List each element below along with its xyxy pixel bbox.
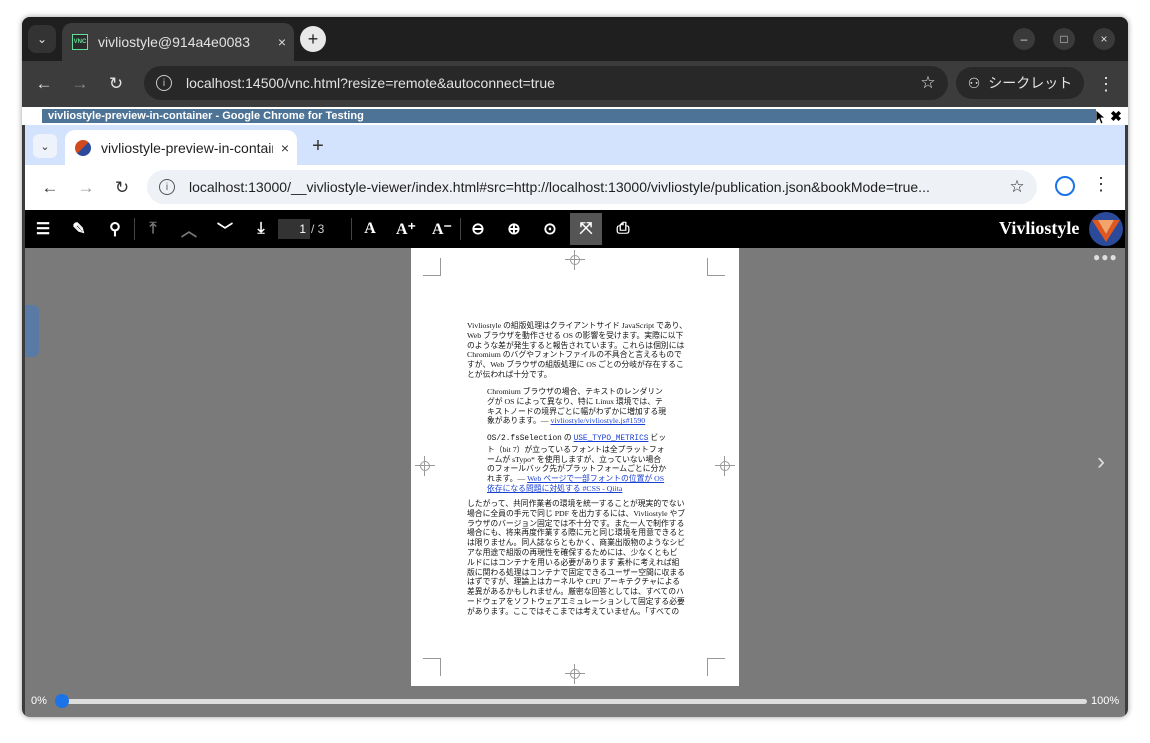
inner-tab-title: vivliostyle-preview-in-container: [101, 139, 273, 156]
zoom-actual-size-icon[interactable]: ⊙: [534, 213, 566, 245]
paragraph-2-text: したがって、共同作業者の環境を統一することが現実的でない 場合に全員の手元で同じ…: [467, 499, 686, 616]
progress-track[interactable]: [55, 694, 1087, 708]
registration-mark: [565, 250, 585, 270]
inner-toolbar: ← → ↻ i localhost:13000/__vivliostyle-vi…: [25, 165, 1125, 210]
paragraph-2: したがって、共同作業者の環境を統一することが現実的でない 場合に全員の手元で同じ…: [467, 499, 689, 617]
registration-mark: [415, 456, 435, 476]
blockquote-1-text: Chromium ブラウザの場合、テキストのレンダリン グが OS によって異な…: [487, 387, 673, 426]
maximize-button[interactable]: □: [1053, 28, 1075, 50]
outer-tab-title: vivliostyle@914a4e0083: [98, 34, 250, 50]
outer-address-bar[interactable]: i localhost:14500/vnc.html?resize=remote…: [144, 66, 948, 100]
sidebar-handle[interactable]: [25, 305, 39, 357]
previous-page-icon[interactable]: ︿: [173, 213, 205, 245]
fit-to-screen-icon[interactable]: ⤧: [570, 213, 602, 245]
inner-bookmark-star-icon[interactable]: ☆: [997, 177, 1037, 197]
crop-mark: [423, 258, 441, 276]
page-total-label: / 3: [311, 222, 325, 236]
vivliostyle-favicon-icon: [75, 139, 91, 156]
paragraph-1: Vivliostyle の組版処理はクライアントサイド JavaScript で…: [467, 321, 687, 380]
inner-browser-window: ⌄ vivliostyle-preview-in-container × + ←…: [25, 125, 1125, 717]
incognito-indicator[interactable]: ⚇ シークレット: [956, 67, 1084, 99]
incognito-label: シークレット: [988, 75, 1073, 91]
print-icon[interactable]: ⎙: [607, 213, 639, 245]
blockquote-2: OS/2.fsSelection の USE_TYPO_METRICS ビッ ト…: [487, 433, 673, 494]
progress-slider-thumb[interactable]: [55, 694, 69, 708]
crop-mark: [423, 658, 441, 676]
font-size-default-icon[interactable]: A: [354, 213, 386, 245]
zoom-in-icon[interactable]: ⊕: [498, 213, 530, 245]
crop-mark: [707, 258, 725, 276]
mouse-cursor-icon: [1096, 110, 1106, 124]
toolbar-divider: [351, 218, 352, 240]
vnc-window-titlebar: vivliostyle-preview-in-container - Googl…: [22, 107, 1128, 125]
vnc-favicon-icon: VNC: [72, 34, 88, 50]
more-options-icon[interactable]: ●●●: [1093, 250, 1118, 264]
inner-tab-vivliostyle[interactable]: vivliostyle-preview-in-container ×: [65, 130, 297, 165]
inner-site-info-icon[interactable]: i: [159, 179, 175, 195]
code-fsselection: OS/2.fsSelection: [487, 435, 562, 443]
vnc-window-title: vivliostyle-preview-in-container - Googl…: [42, 109, 1096, 123]
code-use-typo-metrics-link[interactable]: USE_TYPO_METRICS: [574, 435, 649, 443]
reading-progress-bar: 0% 100%: [25, 686, 1125, 717]
next-page-icon[interactable]: ﹀: [209, 213, 241, 245]
marker-pen-icon[interactable]: ✎: [63, 213, 95, 245]
site-info-icon[interactable]: i: [156, 75, 172, 91]
tab-search-chevron-icon[interactable]: ⌄: [28, 25, 56, 53]
font-size-increase-icon[interactable]: A⁺: [390, 213, 422, 245]
first-page-icon[interactable]: ⤒: [137, 213, 169, 245]
vivliostyle-logo-icon: [1089, 212, 1123, 246]
reload-icon[interactable]: ↻: [103, 71, 129, 97]
inner-new-tab-button[interactable]: +: [305, 133, 331, 159]
blockquote-2-text: OS/2.fsSelection の USE_TYPO_METRICS ビッ ト…: [487, 433, 673, 494]
blockquote-1-link[interactable]: vivliostyle/vivliostyle.js#1590: [551, 416, 646, 425]
paragraph-1-text: Vivliostyle の組版処理はクライアントサイド JavaScript で…: [467, 321, 687, 379]
inner-forward-arrow-icon[interactable]: →: [73, 175, 99, 201]
inner-url-text: localhost:13000/__vivliostyle-viewer/ind…: [189, 179, 930, 195]
inner-tab-bar: ⌄ vivliostyle-preview-in-container × +: [25, 125, 1125, 165]
inner-menu-icon[interactable]: ⋮: [1091, 174, 1111, 195]
inner-tab-close-icon[interactable]: ×: [273, 140, 297, 156]
next-page-arrow-icon[interactable]: ›: [1097, 448, 1105, 476]
outer-tab-close-icon[interactable]: ×: [270, 34, 294, 50]
forward-arrow-icon[interactable]: →: [67, 71, 93, 97]
outer-new-tab-button[interactable]: +: [300, 26, 326, 52]
profile-avatar-icon[interactable]: [1055, 176, 1075, 196]
toolbar-divider: [134, 218, 135, 240]
progress-max-label: 100%: [1091, 695, 1120, 707]
inner-back-arrow-icon[interactable]: ←: [37, 175, 63, 201]
bookmark-star-icon[interactable]: ☆: [908, 73, 948, 93]
minimize-button[interactable]: –: [1013, 28, 1035, 50]
crop-mark: [707, 658, 725, 676]
zoom-out-icon[interactable]: ⊖: [462, 213, 494, 245]
page-number-input[interactable]: 1: [278, 219, 310, 239]
outer-url-text: localhost:14500/vnc.html?resize=remote&a…: [186, 75, 555, 91]
outer-browser-window: ⌄ VNC vivliostyle@914a4e0083 × + – □ × ←…: [22, 17, 1128, 717]
outer-tab-vnc[interactable]: VNC vivliostyle@914a4e0083 ×: [62, 23, 294, 61]
vivliostyle-toolbar: ☰ ✎ ⚲ ⤒ ︿ ﹀ ⤓ 1 / 3 A A⁺ A⁻ ⊖ ⊕ ⊙ ⤧ ⎙ Vi…: [25, 210, 1125, 248]
close-window-button[interactable]: ×: [1093, 28, 1115, 50]
outer-toolbar: ← → ↻ i localhost:14500/vnc.html?resize=…: [22, 61, 1128, 107]
inner-address-bar[interactable]: i localhost:13000/__vivliostyle-viewer/i…: [147, 170, 1037, 204]
blockquote-1: Chromium ブラウザの場合、テキストのレンダリン グが OS によって異な…: [487, 387, 673, 426]
outer-menu-icon[interactable]: ⋮: [1094, 71, 1118, 97]
registration-mark: [715, 456, 735, 476]
toc-list-icon[interactable]: ☰: [27, 213, 59, 245]
search-icon[interactable]: ⚲: [99, 213, 131, 245]
last-page-icon[interactable]: ⤓: [245, 213, 277, 245]
inner-tab-search-chevron-icon[interactable]: ⌄: [33, 134, 57, 158]
registration-mark: [565, 664, 585, 684]
blockquote-2-mid: の: [561, 433, 574, 442]
incognito-icon: ⚇: [967, 74, 981, 91]
document-viewer: ●●● › Vivliostyle の組版処理はクライアントサイド JavaSc…: [25, 248, 1125, 686]
vnc-close-icon[interactable]: ✖: [1108, 107, 1124, 125]
vivliostyle-brand-label: Vivliostyle: [999, 218, 1080, 238]
progress-min-label: 0%: [31, 695, 47, 707]
font-size-decrease-icon[interactable]: A⁻: [426, 213, 458, 245]
inner-reload-icon[interactable]: ↻: [109, 175, 135, 201]
document-page: Vivliostyle の組版処理はクライアントサイド JavaScript で…: [411, 248, 739, 686]
back-arrow-icon[interactable]: ←: [31, 71, 57, 97]
outer-tab-bar: ⌄ VNC vivliostyle@914a4e0083 × + – □ ×: [22, 17, 1128, 61]
toolbar-divider: [460, 218, 461, 240]
